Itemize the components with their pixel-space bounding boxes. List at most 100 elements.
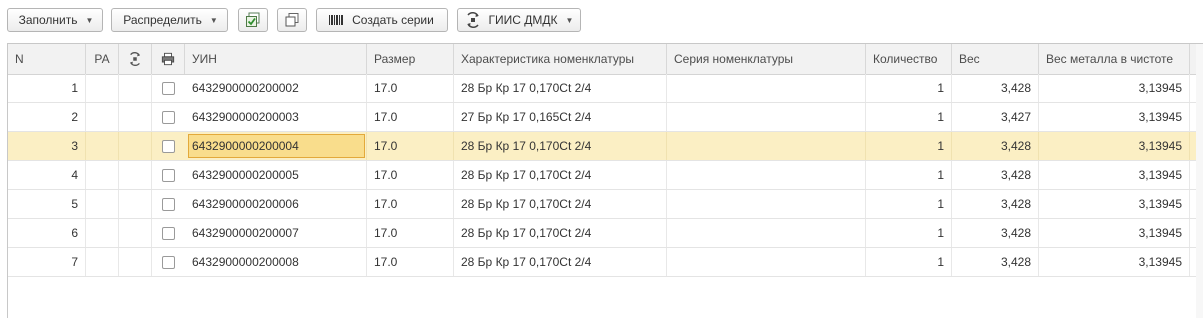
cell-series[interactable] xyxy=(667,190,866,218)
cell-ra[interactable] xyxy=(86,103,119,131)
cell-n[interactable]: 6 xyxy=(8,219,86,247)
cell-quantity[interactable]: 1 xyxy=(866,132,952,160)
cell-weight[interactable]: 3,428 xyxy=(952,190,1039,218)
print-checkbox[interactable] xyxy=(162,226,175,240)
column-header-n[interactable]: N xyxy=(8,44,86,74)
print-checkbox[interactable] xyxy=(162,139,175,153)
cell-quantity[interactable]: 1 xyxy=(866,219,952,247)
cell-ra[interactable] xyxy=(86,248,119,276)
cell-uin[interactable]: 6432900000200008 xyxy=(185,248,367,276)
cell-quantity[interactable]: 1 xyxy=(866,103,952,131)
cell-giis[interactable] xyxy=(119,74,152,102)
cell-series[interactable] xyxy=(667,103,866,131)
cell-size[interactable]: 17.0 xyxy=(367,248,454,276)
print-checkbox[interactable] xyxy=(162,197,175,211)
cell-uin[interactable]: 6432900000200005 xyxy=(185,161,367,189)
cell-pure-weight[interactable]: 3,13945 xyxy=(1039,248,1190,276)
cell-ra[interactable] xyxy=(86,219,119,247)
cell-size[interactable]: 17.0 xyxy=(367,190,454,218)
cell-uin[interactable]: 6432900000200003 xyxy=(185,103,367,131)
column-header-giis[interactable] xyxy=(119,44,152,74)
table-row[interactable]: 7 6432900000200008 17.0 28 Бр Кр 17 0,170Ct… xyxy=(8,248,1203,277)
cell-series[interactable] xyxy=(667,219,866,247)
cell-ra[interactable] xyxy=(86,190,119,218)
cell-uin[interactable]: 6432900000200006 xyxy=(185,190,367,218)
print-checkbox[interactable] xyxy=(162,81,175,95)
cell-pure-weight[interactable]: 3,13945 xyxy=(1039,219,1190,247)
print-checkbox[interactable] xyxy=(162,168,175,182)
giis-dmdk-button[interactable]: ГИИС ДМДК ▼ xyxy=(457,8,581,32)
fill-button[interactable]: Заполнить ▼ xyxy=(7,8,103,32)
cell-quantity[interactable]: 1 xyxy=(866,248,952,276)
cell-giis[interactable] xyxy=(119,132,152,160)
table-row[interactable]: 2 6432900000200003 17.0 27 Бр Кр 17 0,165Ct… xyxy=(8,103,1203,132)
column-header-series[interactable]: Серия номенклатуры xyxy=(667,44,866,74)
cell-ra[interactable] xyxy=(86,74,119,102)
cell-weight[interactable]: 3,428 xyxy=(952,248,1039,276)
cell-giis[interactable] xyxy=(119,161,152,189)
cell-n[interactable]: 7 xyxy=(8,248,86,276)
cell-size[interactable]: 17.0 xyxy=(367,103,454,131)
cell-characteristic[interactable]: 28 Бр Кр 17 0,170Ct 2/4 xyxy=(454,190,667,218)
cell-series[interactable] xyxy=(667,132,866,160)
cell-characteristic[interactable]: 28 Бр Кр 17 0,170Ct 2/4 xyxy=(454,74,667,102)
cell-series[interactable] xyxy=(667,248,866,276)
cell-quantity[interactable]: 1 xyxy=(866,190,952,218)
cell-uin[interactable]: 6432900000200002 xyxy=(185,74,367,102)
cell-series[interactable] xyxy=(667,161,866,189)
cell-pure-weight[interactable]: 3,13945 xyxy=(1039,132,1190,160)
cell-quantity[interactable]: 1 xyxy=(866,161,952,189)
cell-weight[interactable]: 3,428 xyxy=(952,219,1039,247)
table-row[interactable]: 6 6432900000200007 17.0 28 Бр Кр 17 0,170Ct… xyxy=(8,219,1203,248)
cell-characteristic[interactable]: 27 Бр Кр 17 0,165Ct 2/4 xyxy=(454,103,667,131)
print-checkbox[interactable] xyxy=(162,110,175,124)
cell-giis[interactable] xyxy=(119,219,152,247)
cell-n[interactable]: 5 xyxy=(8,190,86,218)
column-header-ra[interactable]: РА xyxy=(86,44,119,74)
cell-giis[interactable] xyxy=(119,248,152,276)
column-header-weight[interactable]: Вес xyxy=(952,44,1039,74)
cell-series[interactable] xyxy=(667,74,866,102)
cell-weight[interactable]: 3,428 xyxy=(952,161,1039,189)
cell-weight[interactable]: 3,428 xyxy=(952,132,1039,160)
cell-pure-weight[interactable]: 3,13945 xyxy=(1039,190,1190,218)
cell-size[interactable]: 17.0 xyxy=(367,132,454,160)
table-row[interactable]: 4 6432900000200005 17.0 28 Бр Кр 17 0,170Ct… xyxy=(8,161,1203,190)
cell-quantity[interactable]: 1 xyxy=(866,74,952,102)
table-row[interactable]: 1 6432900000200002 17.0 28 Бр Кр 17 0,170Ct… xyxy=(8,74,1203,103)
column-header-print[interactable] xyxy=(152,44,185,74)
print-checkbox[interactable] xyxy=(162,255,175,269)
column-header-pure-weight[interactable]: Вес металла в чистоте xyxy=(1039,44,1190,74)
cell-uin[interactable]: 6432900000200007 xyxy=(185,219,367,247)
table-row[interactable]: 3 6432900000200004 17.0 28 Бр Кр 17 0,170Ct… xyxy=(8,132,1203,161)
create-series-button[interactable]: Создать серии xyxy=(316,8,448,32)
cell-size[interactable]: 17.0 xyxy=(367,161,454,189)
column-header-uin[interactable]: УИН xyxy=(185,44,367,74)
column-header-size[interactable]: Размер xyxy=(367,44,454,74)
cell-weight[interactable]: 3,427 xyxy=(952,103,1039,131)
column-header-characteristic[interactable]: Характеристика номенклатуры xyxy=(454,44,667,74)
vertical-scrollbar[interactable] xyxy=(1196,44,1203,318)
distribute-button[interactable]: Распределить ▼ xyxy=(111,8,228,32)
cell-n[interactable]: 1 xyxy=(8,74,86,102)
cell-n[interactable]: 3 xyxy=(8,132,86,160)
cell-size[interactable]: 17.0 xyxy=(367,219,454,247)
cell-n[interactable]: 4 xyxy=(8,161,86,189)
cell-ra[interactable] xyxy=(86,132,119,160)
cell-ra[interactable] xyxy=(86,161,119,189)
column-header-quantity[interactable]: Количество xyxy=(866,44,952,74)
cell-size[interactable]: 17.0 xyxy=(367,74,454,102)
copy-button[interactable] xyxy=(277,8,307,32)
cell-pure-weight[interactable]: 3,13945 xyxy=(1039,74,1190,102)
cell-weight[interactable]: 3,428 xyxy=(952,74,1039,102)
cell-n[interactable]: 2 xyxy=(8,103,86,131)
cell-pure-weight[interactable]: 3,13945 xyxy=(1039,103,1190,131)
cell-giis[interactable] xyxy=(119,103,152,131)
cell-characteristic[interactable]: 28 Бр Кр 17 0,170Ct 2/4 xyxy=(454,248,667,276)
table-row[interactable]: 5 6432900000200006 17.0 28 Бр Кр 17 0,170Ct… xyxy=(8,190,1203,219)
cell-uin[interactable]: 6432900000200004 xyxy=(185,132,367,160)
cell-characteristic[interactable]: 28 Бр Кр 17 0,170Ct 2/4 xyxy=(454,161,667,189)
check-all-button[interactable] xyxy=(238,8,268,32)
cell-characteristic[interactable]: 28 Бр Кр 17 0,170Ct 2/4 xyxy=(454,219,667,247)
cell-characteristic[interactable]: 28 Бр Кр 17 0,170Ct 2/4 xyxy=(454,132,667,160)
